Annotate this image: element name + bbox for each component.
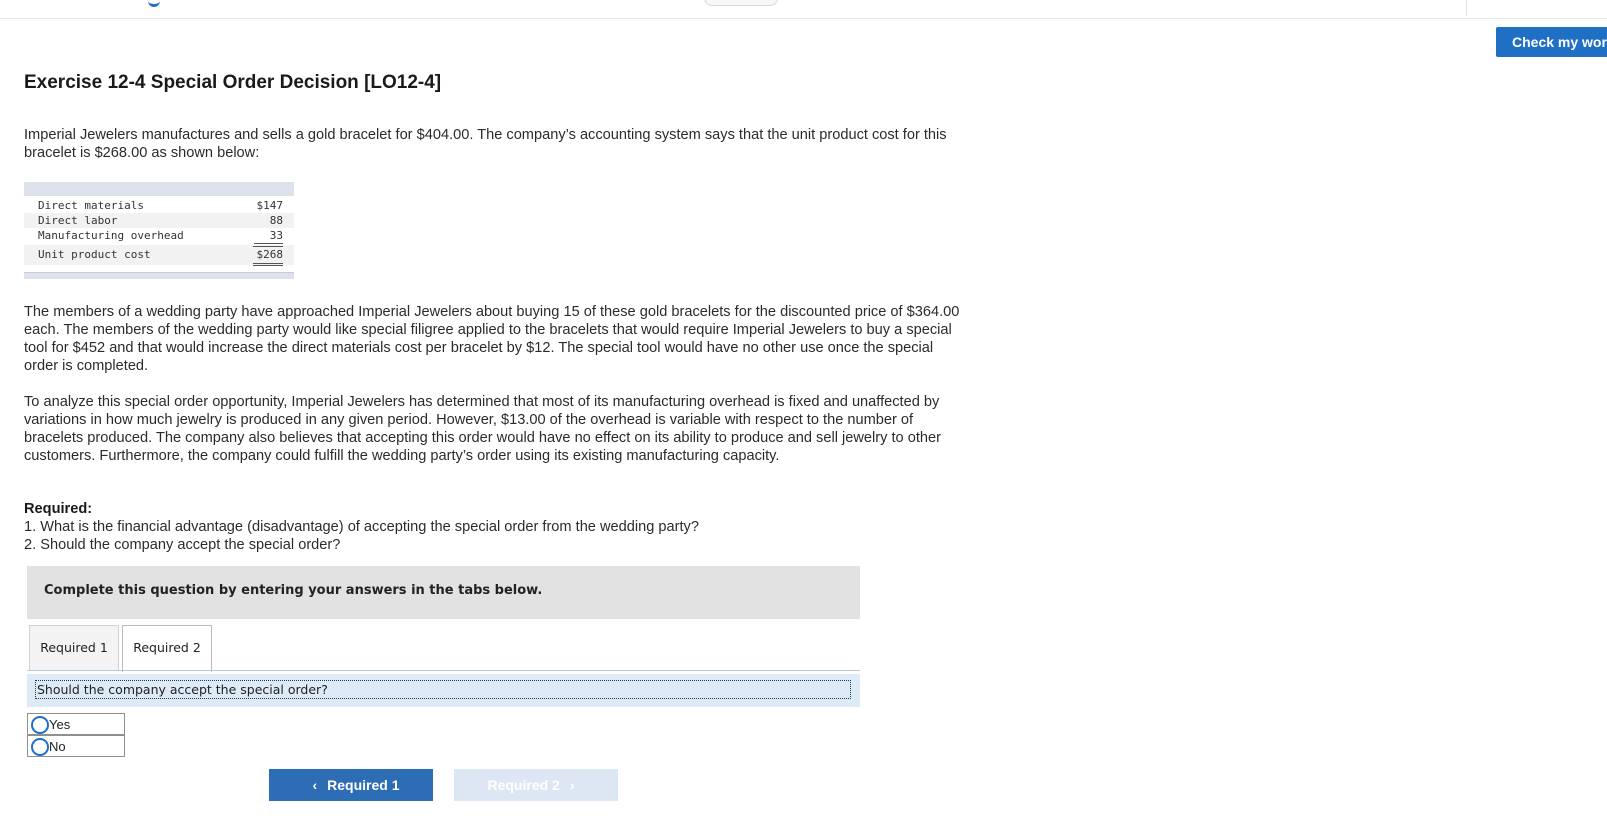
row-label: Manufacturing overhead: [38, 229, 184, 242]
prev-required-button[interactable]: ‹ Required 1: [269, 769, 433, 801]
chevron-left-icon: ‹: [312, 777, 318, 793]
table-row: Direct labor 88: [24, 213, 294, 228]
exercise-title: Exercise 12-4 Special Order Decision [LO…: [24, 72, 442, 93]
required-section: Required: 1. What is the financial advan…: [24, 500, 954, 554]
question-text: Should the company accept the special or…: [35, 680, 851, 699]
row-value: 33: [253, 228, 283, 244]
top-bar: [0, 0, 1607, 19]
next-required-button: Required 2 ›: [454, 769, 618, 801]
instruction-banner: Complete this question by entering your …: [27, 566, 860, 619]
intro-paragraph: Imperial Jewelers manufactures and sells…: [24, 127, 947, 161]
table-total-row: Unit product cost $268: [24, 245, 294, 266]
tab-required-1[interactable]: Required 1: [29, 625, 119, 671]
table-row: Direct materials $147: [24, 198, 294, 213]
option-yes[interactable]: Yes: [27, 713, 125, 735]
row-label: Direct materials: [38, 199, 144, 212]
instruction-text: Complete this question by entering your …: [44, 583, 543, 598]
total-value: $268: [252, 246, 283, 266]
radio-button-icon[interactable]: [31, 716, 49, 734]
tab-required-2[interactable]: Required 2: [122, 625, 212, 672]
question-panel: Should the company accept the special or…: [27, 674, 860, 707]
option-no[interactable]: No: [27, 735, 125, 757]
progress-ring-icon: [148, 0, 160, 7]
row-label: Direct labor: [38, 214, 118, 227]
chevron-right-icon: ›: [569, 777, 575, 793]
radio-button-icon[interactable]: [31, 738, 49, 756]
table-header-bar: [24, 182, 294, 196]
prev-label: Required 1: [327, 777, 400, 793]
row-value: 88: [269, 214, 283, 227]
option-label: Yes: [49, 717, 71, 732]
analysis-paragraph: To analyze this special order opportunit…: [24, 394, 941, 464]
table-row: Manufacturing overhead 33: [24, 228, 294, 244]
option-label: No: [49, 739, 66, 754]
total-label: Unit product cost: [38, 248, 151, 261]
table-footer-bar: [24, 272, 294, 279]
next-label: Required 2: [487, 777, 560, 793]
tab-underline: [27, 670, 860, 671]
row-value: $147: [256, 199, 284, 212]
special-order-paragraph: The members of a wedding party have appr…: [24, 304, 960, 374]
top-pill-control[interactable]: [704, 0, 778, 6]
required-item: 1. What is the financial advantage (disa…: [24, 519, 699, 535]
top-divider: [1466, 0, 1467, 16]
check-my-work-button[interactable]: Check my work: [1496, 27, 1607, 57]
required-heading: Required:: [24, 501, 93, 517]
required-item: 2. Should the company accept the special…: [24, 537, 341, 553]
unit-cost-table: Direct materials $147 Direct labor 88 Ma…: [24, 182, 294, 279]
